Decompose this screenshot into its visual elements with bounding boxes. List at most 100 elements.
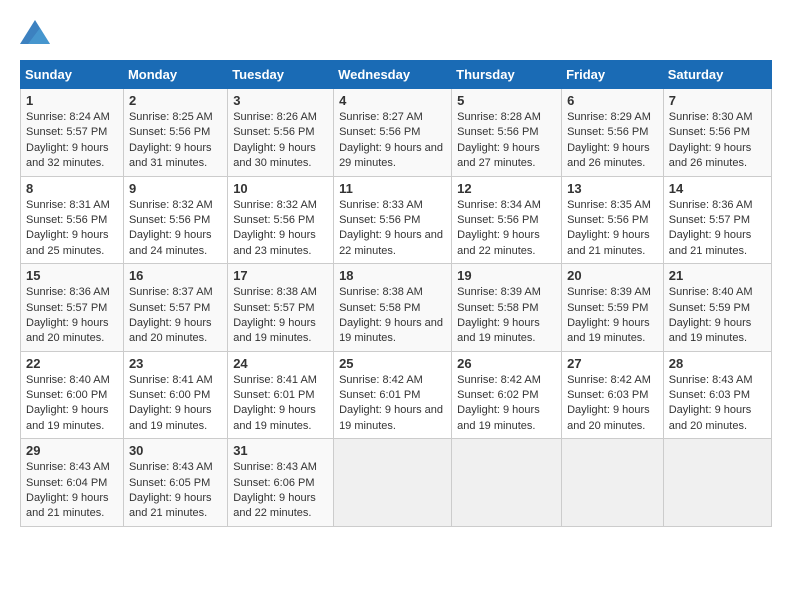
calendar-cell: 28 Sunrise: 8:43 AMSunset: 6:03 PMDaylig…: [663, 351, 771, 439]
calendar-cell: 3 Sunrise: 8:26 AMSunset: 5:56 PMDayligh…: [228, 89, 334, 177]
day-header-friday: Friday: [562, 61, 664, 89]
calendar-cell: 23 Sunrise: 8:41 AMSunset: 6:00 PMDaylig…: [123, 351, 227, 439]
day-number: 5: [457, 93, 556, 108]
calendar-cell: 6 Sunrise: 8:29 AMSunset: 5:56 PMDayligh…: [562, 89, 664, 177]
calendar-cell: 2 Sunrise: 8:25 AMSunset: 5:56 PMDayligh…: [123, 89, 227, 177]
calendar-cell: 1 Sunrise: 8:24 AMSunset: 5:57 PMDayligh…: [21, 89, 124, 177]
day-info: Sunrise: 8:26 AMSunset: 5:56 PMDaylight:…: [233, 110, 328, 172]
day-info: Sunrise: 8:43 AMSunset: 6:04 PMDaylight:…: [26, 460, 118, 522]
day-info: Sunrise: 8:35 AMSunset: 5:56 PMDaylight:…: [567, 198, 658, 260]
calendar-cell: 11 Sunrise: 8:33 AMSunset: 5:56 PMDaylig…: [334, 176, 452, 264]
day-number: 31: [233, 443, 328, 458]
calendar-cell: 10 Sunrise: 8:32 AMSunset: 5:56 PMDaylig…: [228, 176, 334, 264]
day-info: Sunrise: 8:40 AMSunset: 6:00 PMDaylight:…: [26, 373, 118, 435]
day-info: Sunrise: 8:29 AMSunset: 5:56 PMDaylight:…: [567, 110, 658, 172]
day-info: Sunrise: 8:31 AMSunset: 5:56 PMDaylight:…: [26, 198, 118, 260]
day-number: 4: [339, 93, 446, 108]
calendar-cell: 17 Sunrise: 8:38 AMSunset: 5:57 PMDaylig…: [228, 264, 334, 352]
logo: [20, 20, 56, 44]
day-info: Sunrise: 8:32 AMSunset: 5:56 PMDaylight:…: [129, 198, 222, 260]
day-info: Sunrise: 8:43 AMSunset: 6:06 PMDaylight:…: [233, 460, 328, 522]
day-number: 8: [26, 181, 118, 196]
calendar-cell: 4 Sunrise: 8:27 AMSunset: 5:56 PMDayligh…: [334, 89, 452, 177]
day-info: Sunrise: 8:34 AMSunset: 5:56 PMDaylight:…: [457, 198, 556, 260]
day-number: 20: [567, 268, 658, 283]
day-number: 3: [233, 93, 328, 108]
day-info: Sunrise: 8:24 AMSunset: 5:57 PMDaylight:…: [26, 110, 118, 172]
day-info: Sunrise: 8:36 AMSunset: 5:57 PMDaylight:…: [669, 198, 766, 260]
day-number: 1: [26, 93, 118, 108]
day-number: 7: [669, 93, 766, 108]
day-info: Sunrise: 8:27 AMSunset: 5:56 PMDaylight:…: [339, 110, 446, 172]
calendar-week-2: 8 Sunrise: 8:31 AMSunset: 5:56 PMDayligh…: [21, 176, 772, 264]
day-number: 23: [129, 356, 222, 371]
page-header: [20, 20, 772, 44]
day-info: Sunrise: 8:38 AMSunset: 5:57 PMDaylight:…: [233, 285, 328, 347]
calendar-cell: 15 Sunrise: 8:36 AMSunset: 5:57 PMDaylig…: [21, 264, 124, 352]
day-number: 29: [26, 443, 118, 458]
day-info: Sunrise: 8:42 AMSunset: 6:03 PMDaylight:…: [567, 373, 658, 435]
day-header-thursday: Thursday: [452, 61, 562, 89]
day-info: Sunrise: 8:42 AMSunset: 6:01 PMDaylight:…: [339, 373, 446, 435]
day-header-wednesday: Wednesday: [334, 61, 452, 89]
header-row: SundayMondayTuesdayWednesdayThursdayFrid…: [21, 61, 772, 89]
day-number: 10: [233, 181, 328, 196]
day-info: Sunrise: 8:39 AMSunset: 5:59 PMDaylight:…: [567, 285, 658, 347]
day-number: 2: [129, 93, 222, 108]
calendar-cell: 8 Sunrise: 8:31 AMSunset: 5:56 PMDayligh…: [21, 176, 124, 264]
day-number: 9: [129, 181, 222, 196]
day-info: Sunrise: 8:42 AMSunset: 6:02 PMDaylight:…: [457, 373, 556, 435]
day-info: Sunrise: 8:37 AMSunset: 5:57 PMDaylight:…: [129, 285, 222, 347]
calendar-cell: 20 Sunrise: 8:39 AMSunset: 5:59 PMDaylig…: [562, 264, 664, 352]
day-info: Sunrise: 8:33 AMSunset: 5:56 PMDaylight:…: [339, 198, 446, 260]
calendar-cell: 19 Sunrise: 8:39 AMSunset: 5:58 PMDaylig…: [452, 264, 562, 352]
calendar-cell: 7 Sunrise: 8:30 AMSunset: 5:56 PMDayligh…: [663, 89, 771, 177]
day-header-sunday: Sunday: [21, 61, 124, 89]
calendar-cell: 27 Sunrise: 8:42 AMSunset: 6:03 PMDaylig…: [562, 351, 664, 439]
day-number: 25: [339, 356, 446, 371]
day-info: Sunrise: 8:28 AMSunset: 5:56 PMDaylight:…: [457, 110, 556, 172]
day-info: Sunrise: 8:32 AMSunset: 5:56 PMDaylight:…: [233, 198, 328, 260]
day-number: 12: [457, 181, 556, 196]
day-number: 26: [457, 356, 556, 371]
calendar-cell: 30 Sunrise: 8:43 AMSunset: 6:05 PMDaylig…: [123, 439, 227, 527]
calendar-cell: [562, 439, 664, 527]
calendar-cell: 9 Sunrise: 8:32 AMSunset: 5:56 PMDayligh…: [123, 176, 227, 264]
day-number: 14: [669, 181, 766, 196]
calendar-week-3: 15 Sunrise: 8:36 AMSunset: 5:57 PMDaylig…: [21, 264, 772, 352]
day-number: 21: [669, 268, 766, 283]
calendar-table: SundayMondayTuesdayWednesdayThursdayFrid…: [20, 60, 772, 527]
day-number: 13: [567, 181, 658, 196]
calendar-cell: [663, 439, 771, 527]
day-number: 11: [339, 181, 446, 196]
logo-icon: [20, 20, 50, 44]
calendar-cell: [452, 439, 562, 527]
day-header-monday: Monday: [123, 61, 227, 89]
calendar-cell: 24 Sunrise: 8:41 AMSunset: 6:01 PMDaylig…: [228, 351, 334, 439]
day-number: 27: [567, 356, 658, 371]
day-number: 30: [129, 443, 222, 458]
calendar-cell: 26 Sunrise: 8:42 AMSunset: 6:02 PMDaylig…: [452, 351, 562, 439]
day-number: 19: [457, 268, 556, 283]
calendar-cell: 18 Sunrise: 8:38 AMSunset: 5:58 PMDaylig…: [334, 264, 452, 352]
day-number: 15: [26, 268, 118, 283]
calendar-cell: 25 Sunrise: 8:42 AMSunset: 6:01 PMDaylig…: [334, 351, 452, 439]
day-info: Sunrise: 8:39 AMSunset: 5:58 PMDaylight:…: [457, 285, 556, 347]
calendar-cell: 16 Sunrise: 8:37 AMSunset: 5:57 PMDaylig…: [123, 264, 227, 352]
day-info: Sunrise: 8:43 AMSunset: 6:05 PMDaylight:…: [129, 460, 222, 522]
day-number: 24: [233, 356, 328, 371]
day-number: 16: [129, 268, 222, 283]
calendar-cell: 14 Sunrise: 8:36 AMSunset: 5:57 PMDaylig…: [663, 176, 771, 264]
day-number: 6: [567, 93, 658, 108]
day-info: Sunrise: 8:41 AMSunset: 6:01 PMDaylight:…: [233, 373, 328, 435]
day-info: Sunrise: 8:36 AMSunset: 5:57 PMDaylight:…: [26, 285, 118, 347]
day-info: Sunrise: 8:38 AMSunset: 5:58 PMDaylight:…: [339, 285, 446, 347]
calendar-cell: 13 Sunrise: 8:35 AMSunset: 5:56 PMDaylig…: [562, 176, 664, 264]
day-number: 28: [669, 356, 766, 371]
day-number: 17: [233, 268, 328, 283]
day-header-tuesday: Tuesday: [228, 61, 334, 89]
calendar-cell: 5 Sunrise: 8:28 AMSunset: 5:56 PMDayligh…: [452, 89, 562, 177]
calendar-week-1: 1 Sunrise: 8:24 AMSunset: 5:57 PMDayligh…: [21, 89, 772, 177]
day-number: 22: [26, 356, 118, 371]
calendar-cell: 21 Sunrise: 8:40 AMSunset: 5:59 PMDaylig…: [663, 264, 771, 352]
